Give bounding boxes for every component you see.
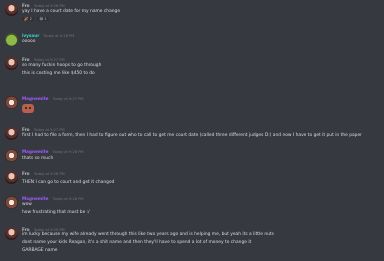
reactions: 🎉 2 😂 1 [22, 16, 51, 21]
username[interactable]: Fro [22, 127, 30, 132]
timestamp: Today at 9:26 PM [33, 4, 65, 8]
timestamp: Today at 9:28 PM [52, 150, 84, 154]
username[interactable]: Fro [22, 3, 30, 8]
avatar[interactable] [5, 33, 18, 46]
username[interactable]: Magnemite [22, 196, 48, 201]
avatar[interactable] [5, 96, 18, 109]
avatar[interactable] [5, 227, 18, 240]
avatar[interactable] [5, 171, 18, 184]
timestamp: Today at 9:26 PM [43, 34, 75, 38]
message-text: dont name your kids Reagan, it's a shit … [22, 240, 252, 245]
username[interactable]: Fro [22, 57, 30, 62]
avatar[interactable] [5, 127, 18, 140]
message-text: yay I have a court date for my name chan… [22, 9, 121, 14]
message-text: this is costing me like $450 to do [22, 71, 95, 76]
message-header: Fro Today at 9:28 PM [22, 171, 65, 177]
avatar[interactable] [5, 3, 18, 16]
message-text: how frustrating that must be :/ [22, 210, 90, 215]
username[interactable]: ivysaur [22, 33, 39, 38]
username[interactable]: Magnemite [22, 149, 48, 154]
message-text: im lucky because my wife already went th… [22, 232, 274, 237]
message-text: first I had to file a form, then I had t… [22, 133, 362, 138]
message-header: Magnemite Today at 9:27 PM [22, 96, 84, 102]
username[interactable]: Fro [22, 171, 30, 176]
message-text: GARBAGE name [22, 248, 58, 253]
username[interactable]: Magnemite [22, 96, 48, 101]
timestamp: Today at 9:27 PM [33, 128, 65, 132]
reaction[interactable]: 😂 1 [37, 17, 49, 21]
message-text: THEN I can go to court and get it change… [22, 180, 115, 185]
avatar[interactable] [5, 149, 18, 162]
timestamp: Today at 9:28 PM [33, 172, 65, 176]
timestamp: Today at 9:28 PM [52, 197, 84, 201]
avatar[interactable] [5, 196, 18, 209]
message-text: wow [22, 202, 32, 207]
avatar[interactable] [5, 57, 18, 70]
timestamp: Today at 9:27 PM [33, 58, 65, 62]
pig-emoji-icon [22, 104, 34, 113]
message-text: ooooo [22, 39, 36, 44]
message-text: so many fuckin hoops to go through [22, 63, 102, 68]
timestamp: Today at 9:27 PM [52, 97, 84, 101]
message-header: Magnemite Today at 9:28 PM [22, 149, 84, 155]
message-text: thats so much [22, 156, 54, 161]
reaction[interactable]: 🎉 2 [22, 17, 34, 21]
